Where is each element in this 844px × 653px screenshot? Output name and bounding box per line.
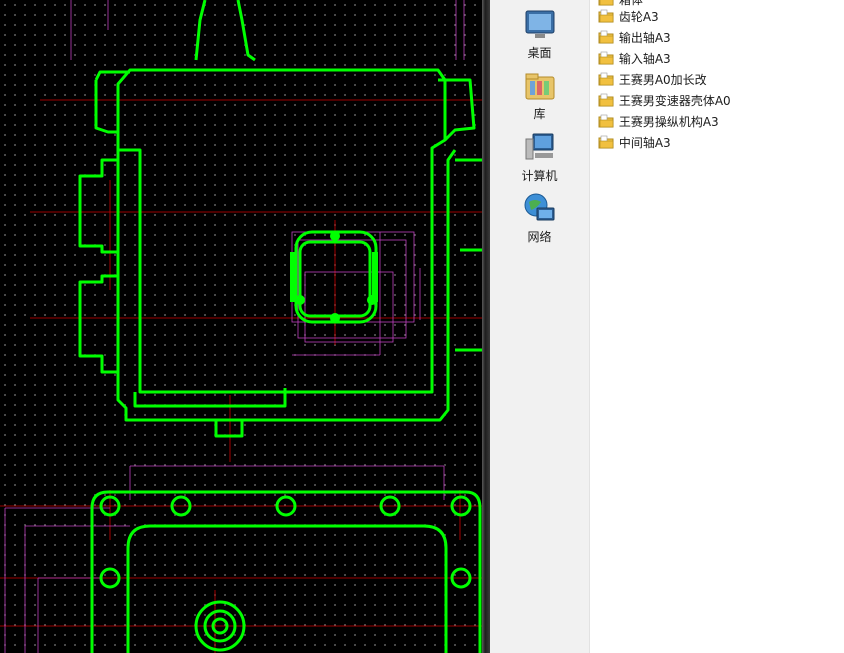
cad-drawing-canvas[interactable] xyxy=(0,0,482,653)
place-label: 网络 xyxy=(527,230,552,244)
place-library[interactable]: 库 xyxy=(490,69,589,122)
file-name: 王赛男操纵机构A3 xyxy=(618,115,719,129)
dwg-folder-icon xyxy=(598,51,614,65)
dwg-folder-icon xyxy=(598,135,614,149)
base-plate-outline xyxy=(90,490,482,653)
file-name: 输入轴A3 xyxy=(618,52,671,66)
computer-icon xyxy=(525,133,553,160)
dwg-folder-icon xyxy=(598,0,614,6)
place-desktop[interactable]: 桌面 xyxy=(490,8,589,61)
centerlines xyxy=(0,99,482,653)
file-name: 输出轴A3 xyxy=(618,31,671,45)
place-label: 库 xyxy=(533,107,546,121)
list-item[interactable]: 王赛男变速器壳体A0 xyxy=(598,91,731,111)
places-panel: 桌面 库 计算机 网络 xyxy=(490,0,590,653)
dwg-folder-icon xyxy=(598,72,614,86)
file-name: 中间轴A3 xyxy=(618,136,671,150)
file-name: 王赛男变速器壳体A0 xyxy=(618,94,731,108)
place-label: 计算机 xyxy=(521,169,558,183)
desktop-icon xyxy=(525,10,554,38)
dwg-folder-icon xyxy=(598,30,614,44)
dwg-folder-icon xyxy=(598,93,614,107)
network-icon xyxy=(524,193,554,221)
dwg-folder-icon xyxy=(598,114,614,128)
list-item[interactable]: 王赛男操纵机构A3 xyxy=(598,112,719,132)
list-item[interactable]: 王赛男A0加长改 xyxy=(598,70,707,90)
list-item[interactable]: 输入轴A3 xyxy=(598,49,671,69)
file-name: 箱体 xyxy=(618,0,643,7)
pane-splitter[interactable] xyxy=(482,0,490,653)
file-name: 王赛男A0加长改 xyxy=(618,73,707,87)
gearbox-housing-drawing xyxy=(0,0,482,653)
housing-outline xyxy=(78,0,482,438)
list-item[interactable]: 中间轴A3 xyxy=(598,133,671,153)
file-name: 齿轮A3 xyxy=(618,10,659,24)
dimension-lines xyxy=(4,0,465,653)
library-icon xyxy=(525,73,554,100)
list-item[interactable]: 输出轴A3 xyxy=(598,28,671,48)
place-label: 桌面 xyxy=(527,46,552,60)
file-list: 箱体 齿轮A3 输出轴A3 输入轴A3 王赛男A0加长改 王赛男变速器壳体A0 … xyxy=(590,0,844,653)
list-item[interactable]: 齿轮A3 xyxy=(598,7,659,27)
place-network[interactable]: 网络 xyxy=(490,192,589,245)
dwg-folder-icon xyxy=(598,9,614,23)
place-computer[interactable]: 计算机 xyxy=(490,131,589,184)
